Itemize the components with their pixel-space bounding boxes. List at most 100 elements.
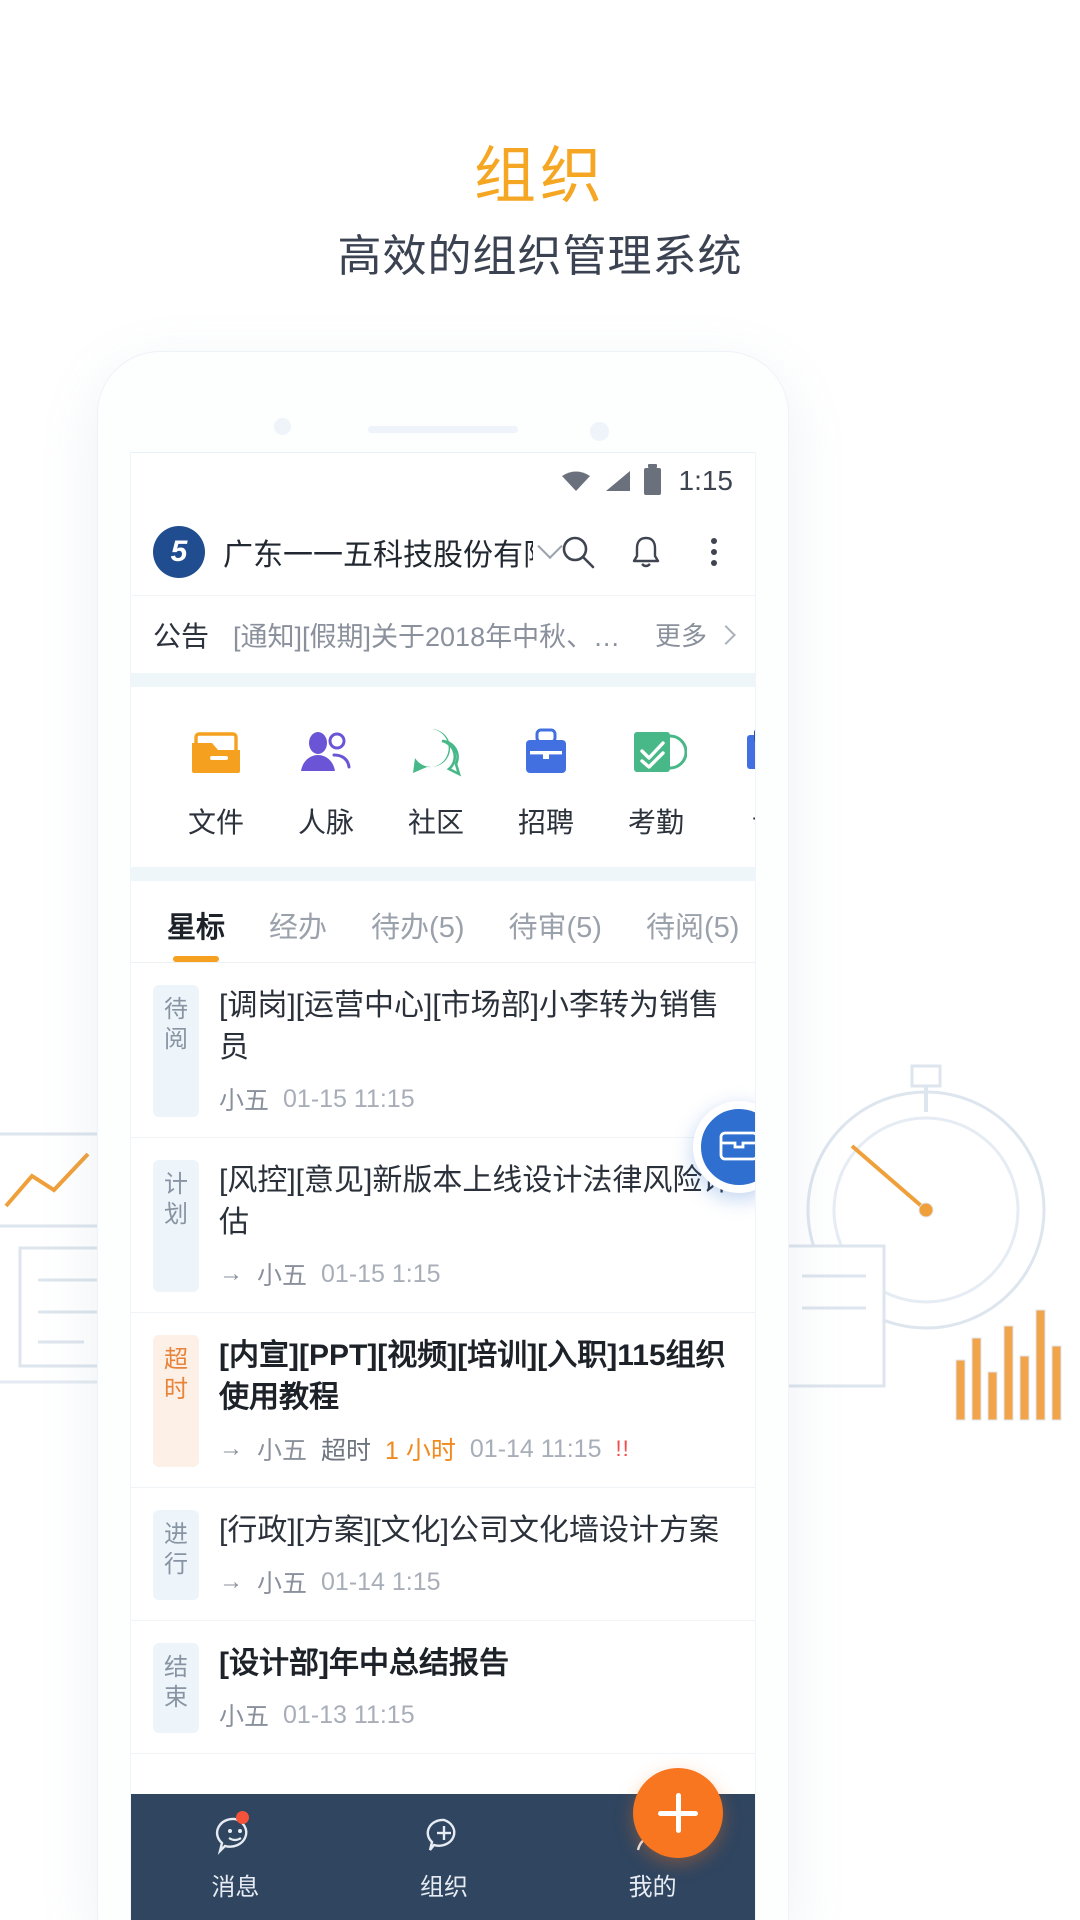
org-plus-icon (422, 1813, 466, 1857)
announcement-label: 公告 (153, 620, 210, 652)
nav-item-org[interactable]: 组织 (340, 1813, 549, 1902)
tab-handled[interactable]: 经办 (263, 904, 333, 962)
signal-icon (604, 469, 632, 493)
list-item-time: 01-13 11:15 (283, 1700, 415, 1729)
tab-review[interactable]: 待审(5) (502, 904, 607, 962)
org-name[interactable]: 广东一一五科技股份有限公司 (223, 530, 533, 574)
briefcase-icon (515, 721, 577, 783)
wifi-icon (560, 469, 592, 493)
community-chat-heart-icon (405, 721, 467, 783)
app-store-screenshot: 组织 高效的组织管理系统 1:15 5 广东一一五科技股份有限公司 (0, 0, 1080, 1920)
list-item-time: 01-15 1:15 (321, 1259, 441, 1288)
decorative-gauge-graphic (782, 1064, 1062, 1421)
shortcut-item-attendance[interactable]: 考勤 (601, 721, 711, 841)
list-item-overdue-value: 1 小时 (385, 1437, 456, 1465)
chevron-right-icon (716, 624, 736, 645)
phone-sensor (590, 422, 609, 441)
list-item-author: 小五 (219, 1703, 270, 1731)
shortcut-item-files[interactable]: 文件 (161, 721, 271, 841)
contacts-icon (295, 721, 357, 783)
list-item-meta: 小五 01-13 11:15 (219, 1697, 733, 1733)
attendance-check-icon (625, 721, 688, 783)
phone-speaker (368, 426, 518, 433)
message-smiley-icon (213, 1810, 257, 1857)
list-item[interactable]: 进行 [行政][方案][文化]公司文化墙设计方案 → 小五 01-14 1:15 (131, 1488, 755, 1621)
mail-briefcase-icon (717, 1125, 755, 1170)
shortcut-item-recruit[interactable]: 招聘 (491, 721, 601, 841)
announcement-text: [通知][假期]关于2018年中秋、国庆共放假... (233, 622, 641, 652)
headline-block: 组织 高效的组织管理系统 (0, 140, 1080, 286)
nav-item-messages[interactable]: 消息 (131, 1810, 340, 1902)
urgent-flag-icon: !! (615, 1436, 630, 1461)
list-item-body: [行政][方案][文化]公司文化墙设计方案 → 小五 01-14 1:15 (219, 1510, 733, 1600)
list-item[interactable]: 计划 [风控][意见]新版本上线设计法律风险评估 → 小五 01-15 1:15 (131, 1138, 755, 1313)
status-badge: 计划 (153, 1160, 199, 1292)
task-list: 待阅 [调岗][运营中心][市场部]小李转为销售员 小五 01-15 11:15… (131, 963, 755, 1754)
status-badge: 结束 (153, 1643, 199, 1733)
section-divider (131, 673, 755, 687)
shortcut-label: 社区 (407, 807, 464, 838)
org-avatar[interactable]: 5 (153, 526, 205, 578)
list-item-meta: 小五 01-15 11:15 (219, 1081, 733, 1117)
tab-bar: 星标 经办 待办(5) 待审(5) 待阅(5) 动 (131, 881, 755, 963)
list-item-author: 小五 (257, 1262, 308, 1290)
phone-screen: 1:15 5 广东一一五科技股份有限公司 (130, 452, 756, 1920)
notes-icon (735, 721, 755, 783)
shortcut-label: 人脉 (297, 807, 354, 838)
list-item-body: [调岗][运营中心][市场部]小李转为销售员 小五 01-15 11:15 (219, 985, 733, 1117)
announcement-more-link[interactable]: 更多 (655, 616, 707, 653)
list-item-meta: → 小五 01-15 1:15 (219, 1256, 733, 1292)
list-item-author: 小五 (257, 1570, 308, 1598)
add-fab-button[interactable] (633, 1768, 723, 1858)
nav-label: 消息 (211, 1873, 260, 1901)
nav-label: 组织 (420, 1873, 468, 1901)
more-vertical-icon[interactable] (695, 533, 733, 571)
list-item-overdue-label: 超时 (321, 1437, 372, 1465)
status-badge: 超时 (153, 1335, 199, 1467)
shortcut-item-notes[interactable]: 记 (711, 721, 755, 841)
tab-starred[interactable]: 星标 (161, 904, 231, 962)
status-badge: 进行 (153, 1510, 199, 1600)
battery-icon (643, 463, 661, 495)
list-item-time: 01-14 11:15 (469, 1434, 602, 1463)
arrow-right-icon: → (219, 1260, 243, 1287)
list-item[interactable]: 超时 [内宣][PPT][视频][培训][入职]115组织使用教程 → 小五 超… (131, 1313, 755, 1488)
list-item-author: 小五 (257, 1437, 308, 1465)
list-item-title: [风控][意见]新版本上线设计法律风险评估 (219, 1164, 733, 1239)
list-item-title: [调岗][运营中心][市场部]小李转为销售员 (219, 989, 720, 1064)
status-bar: 1:15 (131, 453, 755, 509)
search-icon[interactable] (559, 533, 597, 571)
shortcut-item-community[interactable]: 社区 (381, 721, 491, 841)
shortcut-label: 招聘 (517, 807, 574, 838)
phone-mockup: 1:15 5 广东一一五科技股份有限公司 (98, 352, 788, 1920)
bottom-navigation: 消息 组织 我的 (131, 1768, 755, 1920)
list-item-body: [内宣][PPT][视频][培训][入职]115组织使用教程 → 小五 超时 1… (219, 1335, 733, 1467)
list-item-title: [设计部]年中总结报告 (219, 1647, 509, 1680)
list-item-meta: → 小五 01-14 1:15 (219, 1564, 733, 1600)
list-item-body: [设计部]年中总结报告 小五 01-13 11:15 (219, 1643, 733, 1733)
shortcut-item-contacts[interactable]: 人脉 (271, 721, 381, 841)
arrow-right-icon: → (219, 1568, 243, 1595)
list-item-title: [行政][方案][文化]公司文化墙设计方案 (219, 1514, 720, 1547)
status-badge: 待阅 (153, 985, 199, 1117)
nav-label: 我的 (628, 1873, 677, 1901)
bell-icon[interactable] (627, 533, 665, 571)
shortcut-label: 文件 (187, 807, 244, 838)
status-time: 1:15 (678, 465, 734, 496)
list-item[interactable]: 结束 [设计部]年中总结报告 小五 01-13 11:15 (131, 1621, 755, 1754)
list-item-author: 小五 (219, 1087, 270, 1115)
tab-read[interactable]: 待阅(5) (640, 904, 745, 962)
section-divider-2 (131, 867, 755, 881)
notification-badge (236, 1810, 250, 1824)
list-item-meta: → 小五 超时 1 小时 01-14 11:15 !! (219, 1431, 733, 1467)
app-header: 5 广东一一五科技股份有限公司 (131, 509, 755, 595)
shortcut-label: 考勤 (627, 807, 684, 838)
tab-todo[interactable]: 待办(5) (365, 904, 470, 962)
page-title: 组织 (473, 142, 606, 211)
shortcut-grid: 文件 人脉 社区 招聘 考勤 (131, 687, 755, 867)
announcement-bar[interactable]: 公告 [通知][假期]关于2018年中秋、国庆共放假... 更多 (131, 595, 755, 673)
list-item-time: 01-15 11:15 (283, 1084, 415, 1113)
list-item[interactable]: 待阅 [调岗][运营中心][市场部]小李转为销售员 小五 01-15 11:15 (131, 963, 755, 1138)
list-item-body: [风控][意见]新版本上线设计法律风险评估 → 小五 01-15 1:15 (219, 1160, 733, 1292)
list-item-time: 01-14 1:15 (321, 1567, 441, 1596)
